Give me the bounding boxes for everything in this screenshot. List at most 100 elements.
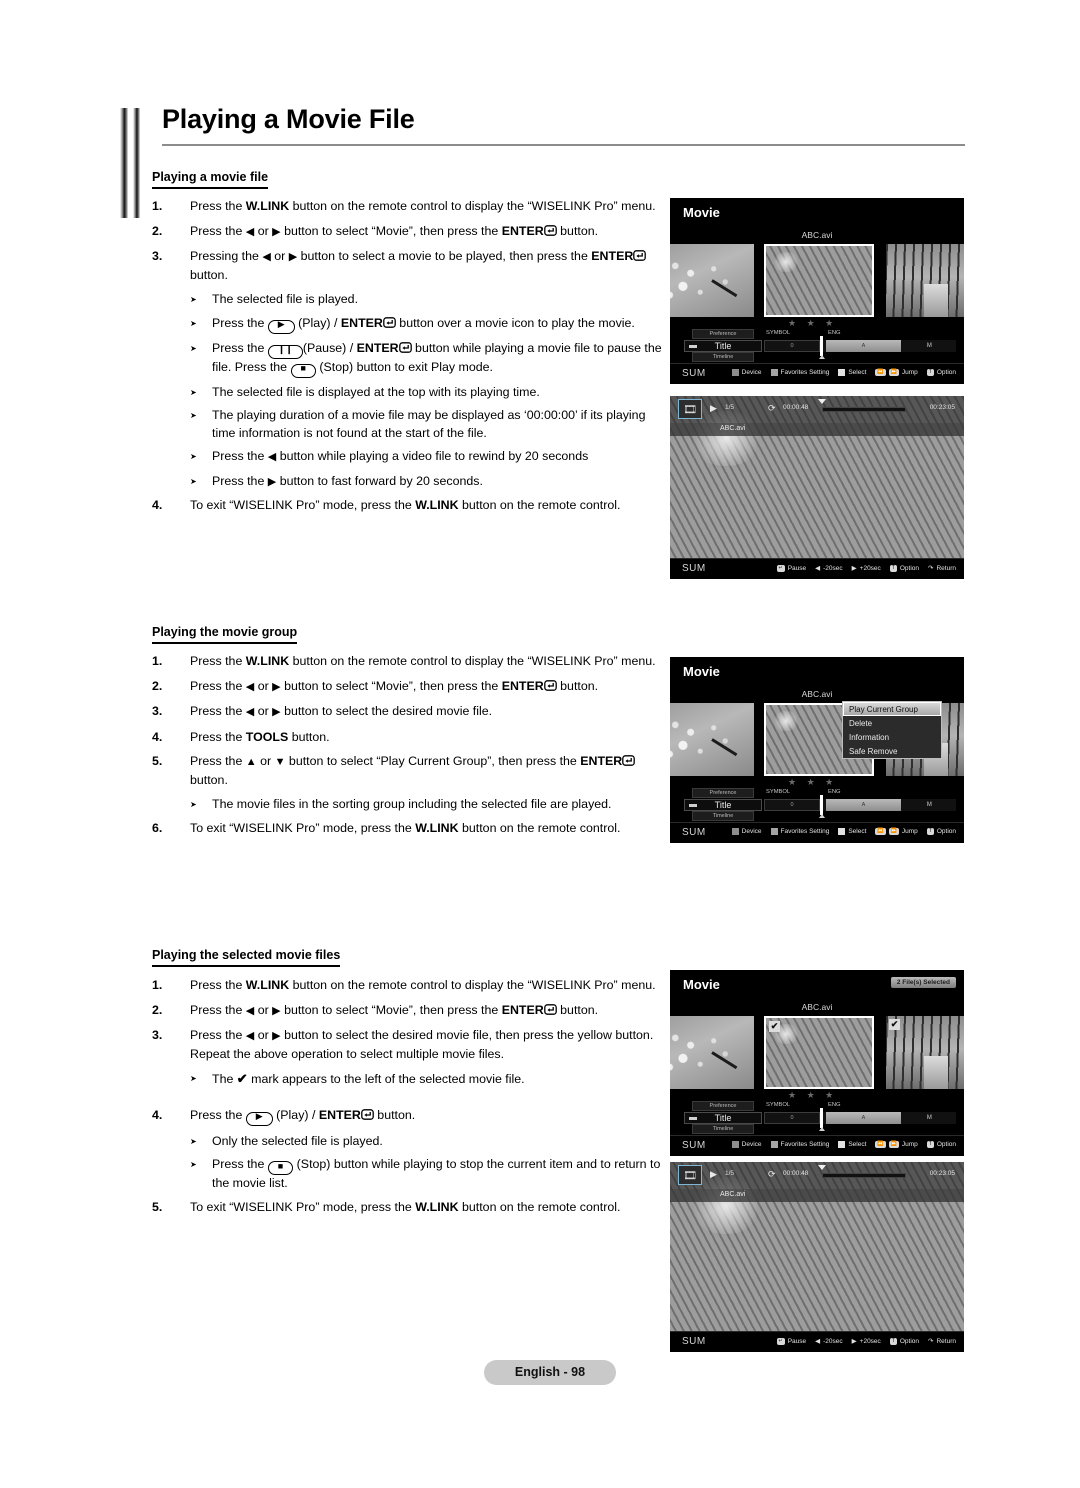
seek-handle[interactable] bbox=[818, 1165, 826, 1170]
remote-key-icon[interactable]: ■ bbox=[290, 363, 316, 378]
help-rewind[interactable]: ◀ -20sec bbox=[815, 1337, 843, 1346]
help-device[interactable]: Device bbox=[731, 369, 762, 376]
note-bullet: ➤ The selected file is played. bbox=[152, 291, 664, 309]
remote-key-icon[interactable]: ❙❙ bbox=[267, 344, 303, 359]
numbered-step: 2. Press the ◀ or ▶ button to select “Mov… bbox=[152, 678, 664, 697]
note-bullet: ➤ Press the ❙❙ (Pause) / ENTER button whil… bbox=[152, 340, 664, 378]
help-rewind[interactable]: ◀ -20sec bbox=[815, 564, 843, 573]
check-mark-icon: ✔ bbox=[236, 1071, 248, 1086]
rating-stars: ★ ★ ★ bbox=[788, 777, 838, 787]
help-select-label: Select bbox=[848, 369, 867, 376]
alphabet-m-label: M bbox=[926, 343, 932, 349]
help-jump[interactable]: ⏪ ⏩ Jump bbox=[875, 828, 918, 835]
symbol-cell[interactable]: 0 bbox=[764, 1112, 820, 1124]
emphasis-text: W.LINK bbox=[415, 498, 459, 512]
note-text: The selected file is displayed at the to… bbox=[212, 384, 540, 399]
sort-preference-tab[interactable]: Preference bbox=[692, 1101, 754, 1111]
help-select[interactable]: Select bbox=[838, 369, 866, 376]
tools-menu-item[interactable]: Information bbox=[843, 730, 941, 744]
step-number: 4. bbox=[152, 498, 163, 512]
help-favorites[interactable]: Favorites Setting bbox=[770, 1141, 829, 1148]
thumbnail-selected[interactable] bbox=[764, 244, 874, 317]
sort-bar: Preference Title Timeline SYMBOL ENG 0 A… bbox=[670, 788, 964, 822]
selected-count-badge: 2 File(s) Selected bbox=[890, 977, 956, 988]
help-option[interactable]: T Option bbox=[926, 1141, 956, 1148]
step-number: 2. bbox=[152, 678, 163, 693]
help-option[interactable]: T Option bbox=[889, 564, 919, 572]
section-1-steps: 1. Press the W.LINK button on the remote … bbox=[152, 198, 664, 522]
remote-key-icon[interactable]: ▶ bbox=[245, 1111, 273, 1126]
emphasis-text: TOOLS bbox=[245, 729, 289, 744]
sort-title-cell[interactable]: Title bbox=[684, 1112, 762, 1124]
thumbnail-previous[interactable] bbox=[670, 1016, 754, 1089]
sum-label: SUM bbox=[682, 827, 706, 838]
direction-arrow-icon: ▶ bbox=[267, 475, 277, 488]
help-return[interactable]: ↷ Return bbox=[928, 564, 956, 573]
title-bar-right bbox=[133, 108, 140, 218]
numbered-step: 3. Pressing the ◀ or ▶ button to select a… bbox=[152, 248, 664, 284]
direction-arrow-icon: ◀ bbox=[245, 1004, 255, 1017]
alphabet-track[interactable]: A M bbox=[822, 799, 956, 811]
sort-timeline-tab[interactable]: Timeline bbox=[692, 352, 754, 362]
remote-key-icon[interactable]: ▶ bbox=[267, 319, 295, 334]
help-forward-label: +20sec bbox=[859, 1337, 881, 1345]
help-device[interactable]: Device bbox=[731, 828, 762, 835]
help-favorites[interactable]: Favorites Setting bbox=[770, 828, 829, 835]
sort-title-cell[interactable]: Title bbox=[684, 340, 762, 352]
tv-screen-playback-top: 🎞 ▶ 1/5 ⟳ 00:00:48 00:23:05 ABC.avi SUM … bbox=[670, 396, 964, 579]
repeat-icon: ⟳ bbox=[768, 403, 776, 413]
symbol-cell[interactable]: 0 bbox=[764, 340, 820, 352]
tools-menu-item[interactable]: Play Current Group bbox=[843, 702, 941, 716]
help-device[interactable]: Device bbox=[731, 1141, 762, 1148]
help-option[interactable]: T Option bbox=[889, 1337, 919, 1345]
thumbnail-next[interactable]: ✔ bbox=[886, 1016, 964, 1089]
alphabet-track[interactable]: A M bbox=[822, 1112, 956, 1124]
thumbnail-previous[interactable] bbox=[670, 244, 754, 317]
help-forward[interactable]: ▶ +20sec bbox=[851, 1337, 881, 1346]
alphabet-track[interactable]: A M bbox=[822, 340, 956, 352]
jump-prev-icon: ⏪ bbox=[875, 1141, 886, 1148]
help-return-label: Return bbox=[936, 1337, 956, 1345]
step-text: Press the W.LINK button on the remote co… bbox=[190, 199, 656, 213]
help-pause-label: Pause bbox=[787, 1337, 807, 1345]
thumbnail-selected[interactable]: ✔ bbox=[764, 1016, 874, 1089]
help-pause[interactable]: ↵ Pause bbox=[776, 1337, 807, 1345]
sort-timeline-tab[interactable]: Timeline bbox=[692, 811, 754, 821]
tools-menu-item[interactable]: Delete bbox=[843, 716, 941, 730]
playback-index: 1/5 bbox=[725, 1170, 735, 1177]
help-option[interactable]: T Option bbox=[926, 828, 956, 835]
title-bar-left bbox=[120, 108, 128, 218]
tv-header: Movie bbox=[670, 657, 964, 687]
help-select[interactable]: Select bbox=[838, 1141, 866, 1148]
bullet-arrow-icon: ➤ bbox=[190, 295, 197, 304]
thumbnail-previous[interactable] bbox=[670, 703, 754, 776]
note-bullet: ➤ The selected file is displayed at the t… bbox=[152, 384, 664, 402]
sort-timeline-tab[interactable]: Timeline bbox=[692, 1124, 754, 1134]
help-select[interactable]: Select bbox=[838, 828, 866, 835]
thumbnail-next[interactable] bbox=[886, 244, 964, 317]
tv-title: Movie bbox=[683, 205, 720, 220]
seek-bar[interactable] bbox=[822, 407, 906, 412]
step-text: Press the W.LINK button on the remote co… bbox=[190, 654, 656, 668]
direction-arrow-icon: ◀ bbox=[267, 451, 277, 463]
tv-file-label: ABC.avi bbox=[801, 1002, 833, 1012]
help-jump[interactable]: ⏪ ⏩ Jump bbox=[875, 369, 918, 376]
help-pause[interactable]: ↵ Pause bbox=[776, 564, 806, 572]
sort-preference-tab[interactable]: Preference bbox=[692, 788, 754, 798]
symbol-cell[interactable]: 0 bbox=[764, 799, 820, 811]
tools-context-menu[interactable]: Play Current Group Delete Information Safe … bbox=[842, 701, 942, 759]
help-option[interactable]: T Option bbox=[926, 369, 956, 376]
seek-bar[interactable] bbox=[822, 1173, 906, 1178]
tools-menu-item[interactable]: Safe Remove bbox=[843, 744, 941, 758]
right-arrow-icon: ▶ bbox=[851, 1338, 857, 1345]
sort-title-cell[interactable]: Title bbox=[684, 799, 762, 811]
symbol-column-header: SYMBOL bbox=[766, 789, 791, 795]
page-footer: English - 98 bbox=[484, 1360, 616, 1385]
seek-handle[interactable] bbox=[818, 399, 826, 404]
help-jump[interactable]: ⏪ ⏩ Jump bbox=[875, 1141, 918, 1148]
remote-key-icon[interactable]: ■ bbox=[267, 1161, 294, 1175]
help-forward[interactable]: ▶ +20sec bbox=[852, 564, 881, 573]
help-return[interactable]: ↷ Return bbox=[928, 1337, 956, 1346]
sort-preference-tab[interactable]: Preference bbox=[692, 329, 754, 339]
help-favorites[interactable]: Favorites Setting bbox=[770, 369, 829, 376]
